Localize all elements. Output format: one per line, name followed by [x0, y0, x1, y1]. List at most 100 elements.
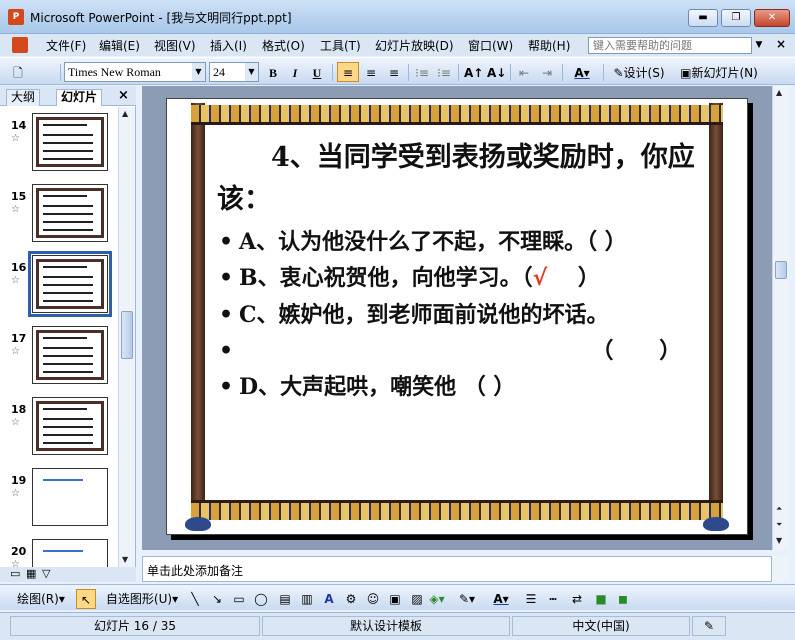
scroll-down-icon[interactable]: ▼ — [122, 555, 128, 564]
slide-thumbnail[interactable] — [32, 326, 108, 384]
bold-button[interactable]: B — [264, 62, 282, 82]
document-icon[interactable] — [12, 37, 28, 53]
design-button[interactable]: ✎设计(S) — [608, 62, 670, 82]
new-slide-button[interactable]: ▣新幻灯片(N) — [674, 62, 764, 82]
oval-icon[interactable]: ◯ — [252, 589, 270, 609]
help-search-input[interactable] — [588, 37, 752, 54]
autoshapes-button[interactable]: 自选图形(U)▾ — [102, 589, 182, 609]
menu-format[interactable]: 格式(O) — [260, 37, 307, 54]
thumbnails-scrollbar[interactable]: ▲ ▼ — [118, 107, 135, 567]
status-template[interactable]: 默认设计模板 — [262, 616, 510, 636]
fill-color-icon[interactable]: ◈▾ — [424, 589, 450, 609]
menu-help[interactable]: 帮助(H) — [526, 37, 572, 54]
close-button[interactable]: ✕ — [754, 9, 790, 27]
font-color-icon[interactable]: A▾ — [488, 589, 514, 609]
current-slide[interactable]: 4、当同学受到表扬或奖励时，你应该： • A、认为他没什么了不起，不理睬。（ ）… — [166, 98, 748, 535]
new-document-icon[interactable]: 🗋 — [8, 62, 28, 82]
rectangle-icon[interactable]: ▭ — [230, 589, 248, 609]
slide-thumbnail-row[interactable]: 16 ☆ — [0, 249, 118, 317]
scroll-down-icon[interactable]: ▼ — [776, 536, 782, 545]
scroll-up-icon[interactable]: ▲ — [776, 88, 782, 97]
chevron-down-icon[interactable]: ▼ — [192, 63, 205, 81]
slide-thumbnail[interactable] — [32, 539, 108, 567]
notes-area[interactable]: 单击此处添加备注 — [142, 556, 772, 582]
slide-editing-area[interactable]: 4、当同学受到表扬或奖励时，你应该： • A、认为他没什么了不起，不理睬。（ ）… — [142, 86, 772, 550]
slide-thumbnail-row[interactable]: 19 ☆ — [0, 462, 118, 530]
powerpoint-app-icon[interactable]: P — [8, 9, 24, 25]
slide-text-box[interactable]: 4、当同学受到表扬或奖励时，你应该： • A、认为他没什么了不起，不理睬。（ ）… — [217, 137, 697, 402]
wordart-icon[interactable]: A — [320, 589, 338, 609]
line-style-icon[interactable]: ☰ — [522, 589, 540, 609]
minimize-button[interactable]: ▬ — [688, 9, 718, 27]
font-color-icon[interactable]: A▾ — [567, 62, 597, 82]
align-center-icon[interactable]: ≡ — [361, 62, 381, 82]
menu-tools[interactable]: 工具(T) — [318, 37, 363, 54]
menu-slideshow[interactable]: 幻灯片放映(D) — [373, 37, 456, 54]
picture-icon[interactable]: ▣ — [386, 589, 404, 609]
scrollbar-thumb[interactable] — [775, 261, 787, 279]
arrow-style-icon[interactable]: ⇄ — [568, 589, 586, 609]
tab-outline[interactable]: 大纲 — [6, 89, 41, 106]
close-document-button[interactable]: × — [776, 37, 786, 51]
bullet-blank[interactable]: • （ ） — [217, 336, 697, 366]
bullet-c[interactable]: • C、嫉妒他，到老师面前说他的坏话。 — [217, 300, 697, 330]
decrease-indent-icon[interactable]: ⇤ — [514, 62, 534, 82]
restore-button[interactable]: ❐ — [721, 9, 751, 27]
slide-thumbnail[interactable] — [28, 251, 112, 317]
slide-thumbnail[interactable] — [32, 184, 108, 242]
tab-slides[interactable]: 幻灯片 — [56, 89, 103, 106]
numbered-list-icon[interactable]: ⁝≡ — [413, 62, 431, 82]
bullet-list-icon[interactable]: ⁝≡ — [435, 62, 453, 82]
menu-insert[interactable]: 插入(I) — [208, 37, 249, 54]
slide-thumbnail-row[interactable]: 18 ☆ — [0, 391, 118, 459]
clipart-icon[interactable]: ☺ — [364, 589, 382, 609]
underline-button[interactable]: U — [308, 62, 326, 82]
slide-thumbnail-row[interactable]: 15 ☆ — [0, 178, 118, 246]
bullet-b[interactable]: • B、衷心祝贺他，向他学习。（√ ） — [217, 263, 697, 294]
italic-button[interactable]: I — [286, 62, 304, 82]
increase-font-icon[interactable]: A↑ — [463, 62, 483, 82]
slide-title[interactable]: 4、当同学受到表扬或奖励时，你应该： — [217, 137, 697, 221]
menu-file[interactable]: 文件(F) — [44, 37, 88, 54]
align-right-icon[interactable]: ≡ — [384, 62, 404, 82]
next-slide-icon[interactable]: ⏷ — [776, 520, 782, 530]
menu-edit[interactable]: 编辑(E) — [97, 37, 142, 54]
previous-slide-icon[interactable]: ⏶ — [776, 504, 782, 514]
shadow-icon[interactable]: ■ — [592, 589, 610, 609]
chevron-down-icon[interactable]: ▼ — [245, 63, 258, 81]
slide-sorter-icon[interactable]: ▦ — [26, 567, 36, 580]
decrease-font-icon[interactable]: A↓ — [486, 62, 506, 82]
textbox-icon[interactable]: ▤ — [276, 589, 294, 609]
select-pointer-icon[interactable]: ↖ — [76, 589, 96, 609]
bullet-d[interactable]: • D、大声起哄，嘲笑他 （ ） — [217, 372, 697, 402]
draw-menu-button[interactable]: 绘图(R)▾ — [8, 589, 74, 609]
pane-close-button[interactable]: × — [118, 88, 129, 103]
3d-style-icon[interactable]: ◼ — [614, 589, 632, 609]
line-color-icon[interactable]: ✎▾ — [454, 589, 480, 609]
slide-thumbnail-row[interactable]: 14 ☆ — [0, 107, 118, 175]
bullet-a[interactable]: • A、认为他没什么了不起，不理睬。（ ） — [217, 227, 697, 257]
slide-thumbnail[interactable] — [32, 468, 108, 526]
diagram-icon[interactable]: ⚙ — [342, 589, 360, 609]
font-size-select[interactable]: 24 ▼ — [209, 62, 259, 82]
menu-view[interactable]: 视图(V) — [152, 37, 198, 54]
slide-thumbnail[interactable] — [32, 113, 108, 171]
dash-style-icon[interactable]: ┅ — [544, 589, 562, 609]
increase-indent-icon[interactable]: ⇥ — [537, 62, 557, 82]
spelling-status-icon[interactable]: ✎ — [692, 616, 726, 636]
slide-thumbnail[interactable] — [32, 397, 108, 455]
normal-view-icon[interactable]: ▭ — [10, 567, 20, 580]
font-name-select[interactable]: Times New Roman ▼ — [64, 62, 206, 82]
notes-scrollbar[interactable] — [772, 556, 789, 582]
scrollbar-thumb[interactable] — [121, 311, 133, 359]
slide-thumbnail-row[interactable]: 20 ☆ — [0, 533, 118, 567]
slide-thumbnail-row[interactable]: 17 ☆ — [0, 320, 118, 388]
menu-window[interactable]: 窗口(W) — [466, 37, 515, 54]
slide-scrollbar[interactable]: ▲ ⏶ ⏷ ▼ — [772, 86, 789, 550]
slideshow-view-icon[interactable]: ▽ — [42, 567, 50, 580]
align-left-icon[interactable]: ≡ — [337, 62, 359, 82]
arrow-icon[interactable]: ↘ — [208, 589, 226, 609]
scroll-up-icon[interactable]: ▲ — [122, 109, 128, 118]
chevron-down-icon[interactable]: ▼ — [752, 37, 766, 54]
vertical-textbox-icon[interactable]: ▥ — [298, 589, 316, 609]
